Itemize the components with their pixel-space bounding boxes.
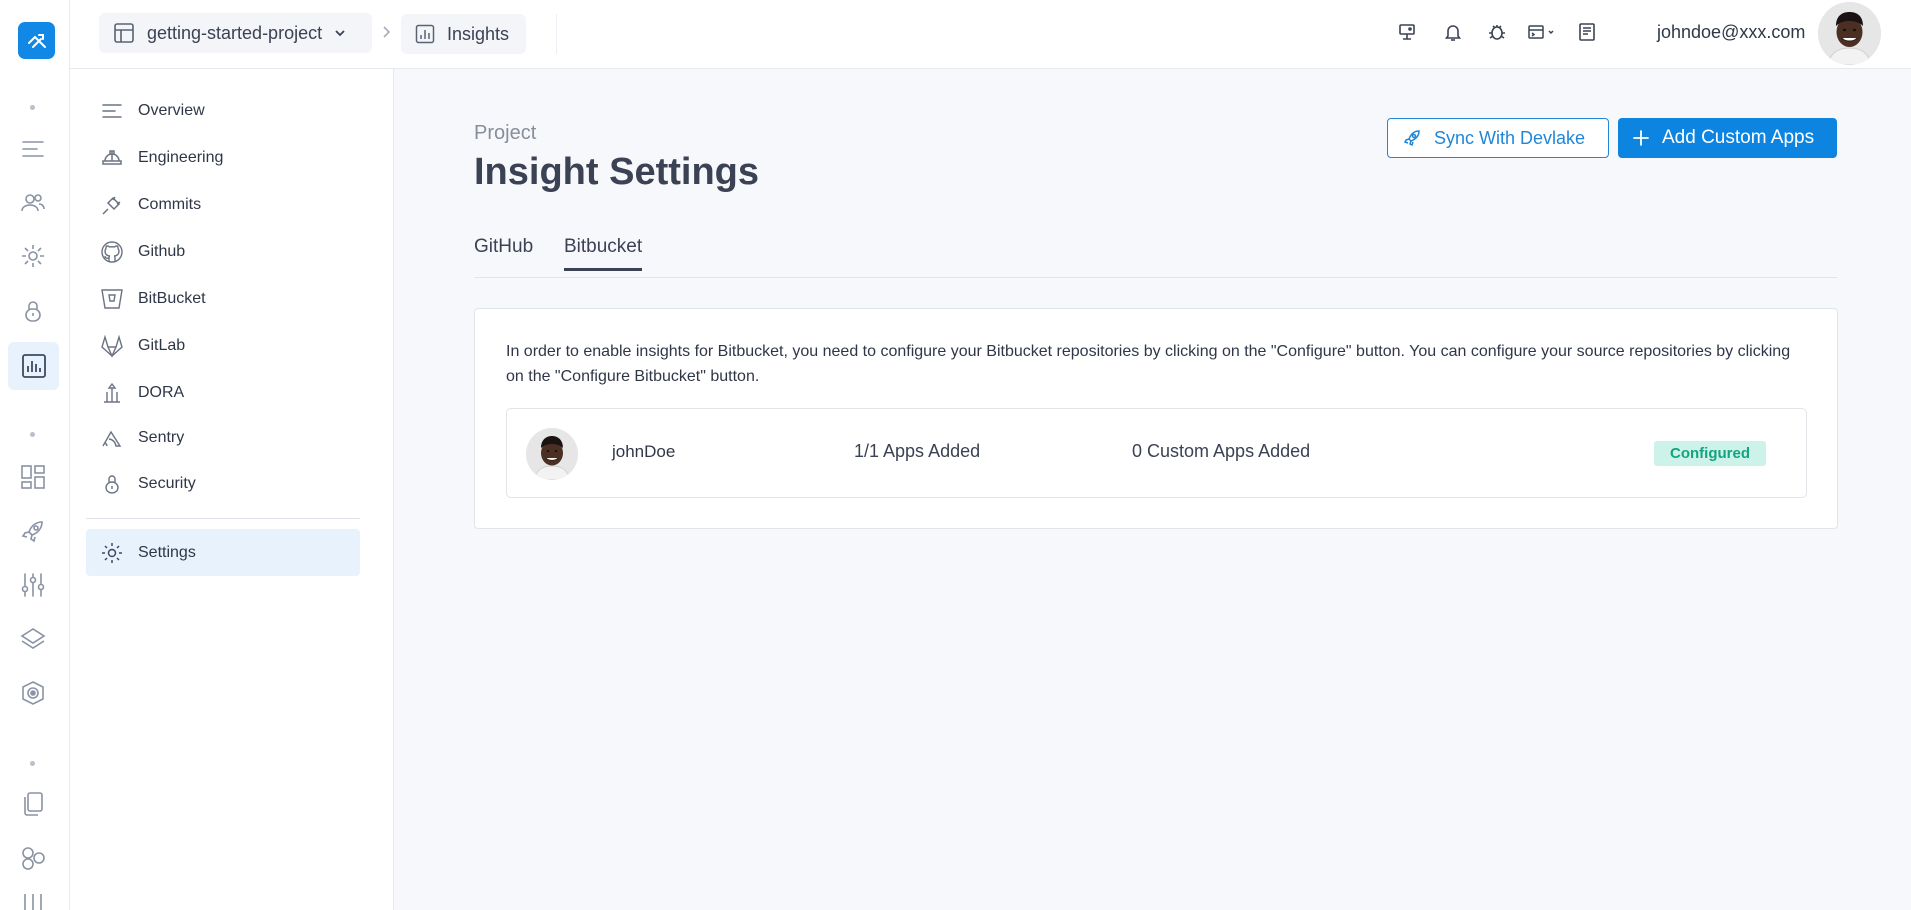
project-name: getting-started-project (147, 22, 323, 43)
documents-icon[interactable] (17, 788, 49, 820)
app-logo-icon[interactable] (18, 22, 55, 59)
row-custom-apps-added: 0 Custom Apps Added (1132, 441, 1311, 461)
chevron-down-icon (335, 30, 345, 37)
row-username: johnDoe (612, 442, 676, 461)
sync-button-label: Sync With Devlake (1434, 127, 1586, 148)
helm-icon[interactable] (17, 677, 49, 709)
dashboard-icon[interactable] (17, 461, 49, 493)
sidebar-item-label: DORA (138, 384, 185, 401)
sidebar-item-label: BitBucket (138, 290, 206, 307)
sidebar-item-dora[interactable]: DORA (86, 371, 360, 415)
page-eyebrow: Project (474, 122, 537, 144)
sidebar-item-label: GitLab (138, 337, 186, 354)
sync-with-devlake-button[interactable]: Sync With Devlake (1387, 118, 1609, 158)
sidebar-item-gitlab[interactable]: GitLab (86, 324, 360, 368)
terminal-dropdown-icon[interactable] (1526, 20, 1560, 44)
breadcrumb-section: Insights (447, 23, 510, 44)
row-apps-added: 1/1 Apps Added (854, 441, 981, 461)
shapes-icon[interactable] (17, 842, 49, 874)
sidebar-item-label: Engineering (138, 149, 224, 166)
user-avatar[interactable] (1818, 2, 1881, 65)
rail-separator-dot (30, 761, 35, 766)
sidebar-item-label: Security (138, 475, 196, 492)
gitlab-icon (100, 334, 124, 358)
sliders-icon[interactable] (17, 569, 49, 601)
sidebar-item-commits[interactable]: Commits (86, 183, 360, 227)
project-selector[interactable]: getting-started-project (99, 13, 372, 53)
sidebar-item-label: Overview (138, 102, 205, 119)
sidebar-item-engineering[interactable]: Engineering (86, 136, 360, 180)
menu-lines-icon[interactable] (17, 133, 49, 165)
lock-icon (100, 472, 124, 496)
sidebar-item-label: Sentry (138, 429, 185, 446)
bell-icon[interactable] (1441, 20, 1465, 44)
top-divider (556, 14, 557, 54)
status-badge: Configured (1654, 441, 1766, 466)
sidebar-divider (86, 518, 360, 519)
rail-separator-dot (30, 105, 35, 110)
user-email[interactable]: johndoe@xxx.com (1657, 22, 1805, 43)
gear-icon[interactable] (17, 240, 49, 272)
layers-icon[interactable] (17, 623, 49, 655)
more-icon[interactable] (17, 892, 49, 910)
sidebar-item-settings[interactable]: Settings (86, 529, 360, 576)
sidebar-item-overview[interactable]: Overview (86, 89, 360, 133)
layout-icon (114, 23, 134, 43)
sidebar-item-label: Github (138, 243, 186, 260)
rocket-icon (1403, 130, 1420, 147)
add-button-label: Add Custom Apps (1662, 127, 1815, 148)
bank-icon (100, 381, 124, 405)
github-icon (100, 240, 124, 264)
card-description: In order to enable insights for Bitbucke… (506, 343, 1791, 385)
chevron-right-icon (380, 25, 392, 39)
sidebar-item-bitbucket[interactable]: BitBucket (86, 277, 360, 321)
tab-bitbucket[interactable]: Bitbucket (564, 236, 643, 271)
document-icon[interactable] (1575, 20, 1599, 44)
chart-icon (415, 24, 435, 44)
sidebar-item-security[interactable]: Security (86, 462, 360, 506)
gear-icon (100, 541, 124, 565)
page-title: Insight Settings (474, 151, 759, 193)
sentry-icon (100, 426, 124, 450)
sidebar-item-label: Settings (138, 543, 196, 561)
left-rail (0, 0, 70, 910)
plus-icon (1633, 130, 1649, 146)
table-row[interactable]: johnDoe 1/1 Apps Added 0 Custom Apps Add… (506, 408, 1807, 498)
helmet-icon (100, 146, 124, 170)
sidebar-item-sentry[interactable]: Sentry (86, 416, 360, 460)
plug-icon (100, 193, 124, 217)
bug-icon[interactable] (1485, 20, 1509, 44)
rail-separator-dot (30, 432, 35, 437)
rocket-icon[interactable] (17, 515, 49, 547)
sidebar-item-github[interactable]: Github (86, 230, 360, 274)
provider-tabs: GitHub Bitbucket (474, 230, 1837, 278)
insights-sidebar: Overview Engineering Commits Github BitB… (70, 69, 394, 910)
users-icon[interactable] (17, 187, 49, 219)
lines-icon (100, 99, 124, 123)
bitbucket-icon (100, 287, 124, 311)
breadcrumb-insights[interactable]: Insights (401, 14, 526, 54)
bitbucket-settings-card: In order to enable insights for Bitbucke… (474, 308, 1838, 529)
sidebar-item-label: Commits (138, 196, 202, 213)
tab-github[interactable]: GitHub (474, 236, 533, 258)
lock-icon[interactable] (17, 295, 49, 327)
main-content: Project Insight Settings Sync With Devla… (395, 69, 1911, 910)
top-bar: getting-started-project Insights johndoe… (70, 0, 1911, 69)
insights-chart-icon[interactable] (8, 342, 59, 390)
avatar (526, 428, 578, 480)
add-custom-apps-button[interactable]: Add Custom Apps (1618, 118, 1837, 158)
presentation-icon[interactable] (1395, 20, 1419, 44)
